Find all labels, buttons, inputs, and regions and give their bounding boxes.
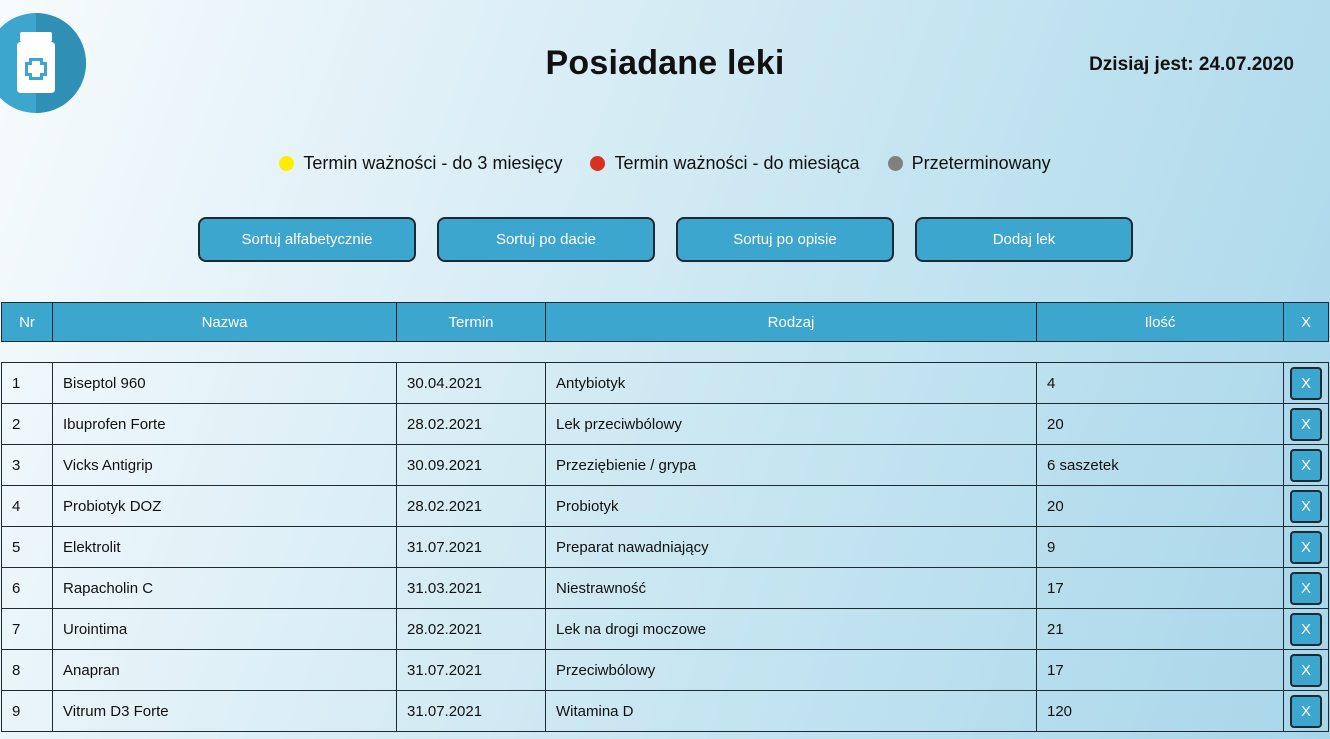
table-row: 3 Vicks Antigrip 30.09.2021 Przeziębienie /… xyxy=(1,444,1329,486)
cell-delete: X xyxy=(1283,649,1329,691)
sort-alphabetically-button[interactable]: Sortuj alfabetycznie xyxy=(198,217,416,262)
sort-by-description-button[interactable]: Sortuj po opisie xyxy=(676,217,894,262)
table-row: 8 Anapran 31.07.2021 Przeciwbólowy 17 X xyxy=(1,649,1329,691)
yellow-dot-icon xyxy=(279,156,295,171)
cell-delete: X xyxy=(1283,567,1329,609)
cell-quantity: 6 saszetek xyxy=(1036,444,1284,486)
cell-quantity: 4 xyxy=(1036,362,1284,404)
cell-name: Vicks Antigrip xyxy=(52,444,397,486)
delete-row-button[interactable]: X xyxy=(1290,530,1322,564)
gray-dot-icon xyxy=(887,156,903,171)
delete-row-button[interactable]: X xyxy=(1290,448,1322,482)
cell-quantity: 120 xyxy=(1036,690,1284,732)
red-dot-icon xyxy=(590,156,606,171)
cell-delete: X xyxy=(1283,690,1329,732)
column-header-quantity[interactable]: Ilość xyxy=(1036,302,1284,342)
cell-name: Biseptol 960 xyxy=(52,362,397,404)
cell-name: Urointima xyxy=(52,608,397,650)
cell-type: Przeziębienie / grypa xyxy=(545,444,1037,486)
cell-date: 28.02.2021 xyxy=(396,608,546,650)
column-header-nr[interactable]: Nr xyxy=(1,302,53,342)
cell-delete: X xyxy=(1283,485,1329,527)
sort-by-date-button[interactable]: Sortuj po dacie xyxy=(437,217,655,262)
cell-type: Witamina D xyxy=(545,690,1037,732)
cell-date: 28.02.2021 xyxy=(396,485,546,527)
table-row: 9 Vitrum D3 Forte 31.07.2021 Witamina D 120 X xyxy=(1,690,1329,732)
cell-nr: 5 xyxy=(1,526,53,568)
cell-date: 31.03.2021 xyxy=(396,567,546,609)
cell-type: Antybiotyk xyxy=(545,362,1037,404)
cell-delete: X xyxy=(1283,444,1329,486)
cell-type: Przeciwbólowy xyxy=(545,649,1037,691)
column-header-date[interactable]: Termin xyxy=(396,302,546,342)
legend-item-3-months: Termin ważności - do 3 miesięcy xyxy=(279,153,562,174)
cell-nr: 4 xyxy=(1,485,53,527)
table-header: Nr Nazwa Termin Rodzaj Ilość X xyxy=(1,302,1329,342)
add-medicine-button[interactable]: Dodaj lek xyxy=(915,217,1133,262)
table-row: 7 Urointima 28.02.2021 Lek na drogi moczowe… xyxy=(1,608,1329,650)
cell-delete: X xyxy=(1283,608,1329,650)
cell-quantity: 20 xyxy=(1036,485,1284,527)
cell-name: Vitrum D3 Forte xyxy=(52,690,397,732)
column-header-type[interactable]: Rodzaj xyxy=(545,302,1037,342)
delete-row-button[interactable]: X xyxy=(1290,489,1322,523)
cell-name: Anapran xyxy=(52,649,397,691)
cell-nr: 3 xyxy=(1,444,53,486)
cell-quantity: 21 xyxy=(1036,608,1284,650)
cell-date: 30.04.2021 xyxy=(396,362,546,404)
cell-date: 30.09.2021 xyxy=(396,444,546,486)
cell-nr: 9 xyxy=(1,690,53,732)
delete-row-button[interactable]: X xyxy=(1290,407,1322,441)
table-row: 6 Rapacholin C 31.03.2021 Niestrawność 17 X xyxy=(1,567,1329,609)
cell-type: Lek na drogi moczowe xyxy=(545,608,1037,650)
table-row: 5 Elektrolit 31.07.2021 Preparat nawadniają… xyxy=(1,526,1329,568)
medicines-table: 1 Biseptol 960 30.04.2021 Antybiotyk 4 X 2 Ibup… xyxy=(1,362,1329,732)
cell-date: 28.02.2021 xyxy=(396,403,546,445)
delete-row-button[interactable]: X xyxy=(1290,694,1322,728)
cell-date: 31.07.2021 xyxy=(396,690,546,732)
legend-item-expired: Przeterminowany xyxy=(887,153,1051,174)
cell-nr: 7 xyxy=(1,608,53,650)
column-header-delete: X xyxy=(1283,302,1329,342)
cell-date: 31.07.2021 xyxy=(396,526,546,568)
legend: Termin ważności - do 3 miesięcy Termin w… xyxy=(0,153,1330,174)
cell-date: 31.07.2021 xyxy=(396,649,546,691)
toolbar: Sortuj alfabetycznie Sortuj po dacie Sor… xyxy=(198,217,1133,262)
legend-label: Przeterminowany xyxy=(911,153,1051,173)
table-row: 2 Ibuprofen Forte 28.02.2021 Lek przeciwból… xyxy=(1,403,1329,445)
cell-type: Probiotyk xyxy=(545,485,1037,527)
cell-nr: 2 xyxy=(1,403,53,445)
cell-nr: 1 xyxy=(1,362,53,404)
cell-name: Ibuprofen Forte xyxy=(52,403,397,445)
delete-row-button[interactable]: X xyxy=(1290,612,1322,646)
delete-row-button[interactable]: X xyxy=(1290,653,1322,687)
cell-type: Preparat nawadniający xyxy=(545,526,1037,568)
legend-label: Termin ważności - do 3 miesięcy xyxy=(303,153,563,173)
cell-nr: 6 xyxy=(1,567,53,609)
cell-nr: 8 xyxy=(1,649,53,691)
cell-delete: X xyxy=(1283,526,1329,568)
cell-type: Lek przeciwbólowy xyxy=(545,403,1037,445)
cell-quantity: 17 xyxy=(1036,649,1284,691)
legend-label: Termin ważności - do miesiąca xyxy=(614,153,860,173)
column-header-name[interactable]: Nazwa xyxy=(52,302,397,342)
cell-quantity: 9 xyxy=(1036,526,1284,568)
delete-row-button[interactable]: X xyxy=(1290,366,1322,400)
cell-name: Rapacholin C xyxy=(52,567,397,609)
cell-quantity: 20 xyxy=(1036,403,1284,445)
cell-type: Niestrawność xyxy=(545,567,1037,609)
cell-name: Elektrolit xyxy=(52,526,397,568)
cell-name: Probiotyk DOZ xyxy=(52,485,397,527)
cell-delete: X xyxy=(1283,403,1329,445)
today-date: Dzisiaj jest: 24.07.2020 xyxy=(1089,54,1294,75)
delete-row-button[interactable]: X xyxy=(1290,571,1322,605)
cell-quantity: 17 xyxy=(1036,567,1284,609)
table-row: 1 Biseptol 960 30.04.2021 Antybiotyk 4 X xyxy=(1,362,1329,404)
cell-delete: X xyxy=(1283,362,1329,404)
table-row: 4 Probiotyk DOZ 28.02.2021 Probiotyk 20 X xyxy=(1,485,1329,527)
legend-item-1-month: Termin ważności - do miesiąca xyxy=(590,153,860,174)
